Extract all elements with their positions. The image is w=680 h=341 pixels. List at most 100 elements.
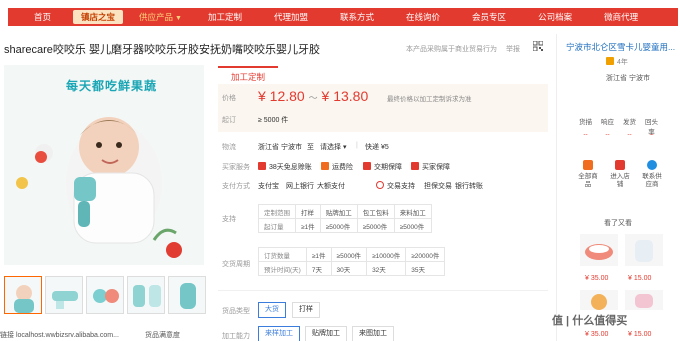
thumbnail-5[interactable]	[168, 276, 206, 314]
seen-item-4[interactable]	[625, 290, 663, 310]
table-cell: ≥5000件	[319, 218, 358, 233]
section-divider	[218, 290, 548, 291]
price-low: ¥ 12.80	[258, 88, 305, 104]
shop-location: 浙江省 宁波市	[606, 75, 650, 82]
nav-inquiry[interactable]: 在线询价	[390, 8, 456, 26]
price-range: ¥ 12.80 ～ ¥ 13.80	[258, 88, 368, 104]
nav-profile[interactable]: 公司档案	[522, 8, 588, 26]
type-option-bulk[interactable]: 大货	[258, 302, 286, 318]
seen-item-1[interactable]	[580, 234, 618, 266]
qr-code-icon[interactable]	[533, 41, 543, 51]
table-row: 起订量 ≥1件 ≥5000件 ≥5000件 ≥5000件	[258, 218, 432, 233]
nav-agent[interactable]: 代理加盟	[258, 8, 324, 26]
lead-table: 订货数量 ≥1件 ≥5000件 ≥10000件 ≥20000件 预计时间(天) …	[258, 247, 446, 276]
ability-label: 加工能力	[222, 333, 250, 340]
metric-value: --	[605, 131, 610, 138]
grid-icon	[583, 160, 593, 170]
metric-value: --	[583, 131, 588, 138]
table-cell: 30天	[330, 261, 368, 276]
service-credit-label: 38天免息赊账	[269, 164, 312, 171]
all-products-link[interactable]: 全部商品	[578, 160, 598, 189]
nav-custom[interactable]: 加工定制	[192, 8, 258, 26]
table-cell: 32天	[366, 261, 407, 276]
shop-links: 全部商品 进入店铺 联系供应商	[578, 160, 662, 189]
moq-label: 起订	[222, 117, 236, 124]
top-nav: 首页 镇店之宝 供应产品 ▼ 加工定制 代理加盟 联系方式 在线询价 会员专区 公…	[0, 0, 680, 32]
contact-supplier-link[interactable]: 联系供应商	[642, 160, 662, 189]
payment-support-label: 交易支持	[387, 183, 415, 190]
thumbnail-strip	[4, 276, 206, 314]
enter-shop-link[interactable]: 进入店铺	[610, 160, 630, 189]
payment-support: 交易支持	[376, 181, 415, 191]
table-row: 订货数量 ≥1件 ≥5000件 ≥10000件 ≥20000件	[258, 247, 446, 262]
service-credit: 38天免息赊账	[258, 162, 312, 172]
metric-value: --	[649, 131, 654, 138]
table-cell: 起订量	[258, 218, 296, 233]
logistics-label: 物流	[222, 144, 236, 151]
nav-wechat[interactable]: 微商代理	[588, 8, 654, 26]
check-icon	[376, 181, 384, 189]
rating-label: 货品满意度	[145, 332, 180, 339]
ability-option-sample[interactable]: 来样加工	[258, 326, 300, 341]
nav-contact[interactable]: 联系方式	[324, 8, 390, 26]
seen-item-2[interactable]	[625, 234, 663, 266]
table-cell: 来料加工	[393, 204, 432, 219]
contact-supplier-label: 联系供应商	[642, 173, 662, 188]
support-table: 定制范围 打样 贴牌加工 包工包料 来料加工 起订量 ≥1件 ≥5000件 ≥5…	[258, 204, 432, 233]
shop-icon	[615, 160, 625, 170]
tab-custom[interactable]: 加工定制	[218, 66, 278, 84]
table-cell: 订货数量	[258, 247, 307, 262]
ability-option-drawing[interactable]: 来图加工	[352, 326, 394, 341]
service-delivery-label: 交期保障	[374, 164, 402, 171]
shop-name[interactable]: 宁波市北仑区雪卡儿婴童用...	[566, 41, 675, 53]
type-label: 货品类型	[222, 308, 250, 315]
membership-badge-icon	[606, 57, 614, 65]
thumbnail-4[interactable]	[127, 276, 165, 314]
service-freight-label: 运费险	[332, 164, 353, 171]
payment-label: 支付方式	[222, 183, 250, 190]
thumbnail-2[interactable]	[45, 276, 83, 314]
table-cell: ≥1件	[305, 247, 332, 262]
service-freight: 运费险	[321, 162, 353, 172]
thumbnail-3[interactable]	[86, 276, 124, 314]
metric-value: --	[627, 131, 632, 138]
chevron-down-icon: ▾	[342, 144, 347, 151]
moq-value: ≥ 5000 件	[258, 117, 289, 124]
logistics-express: 快递 ¥5	[365, 144, 389, 151]
shield-icon	[411, 162, 419, 170]
nav-flagship[interactable]: 镇店之宝	[73, 10, 124, 24]
nav-supply[interactable]: 供应产品 ▼	[129, 8, 192, 26]
services-label: 买家服务	[222, 164, 250, 171]
shop-link[interactable]: 链接 localhost.wwbizsrv.alibaba.com...	[0, 330, 119, 340]
logistics-select[interactable]: 请选择 ▾	[320, 142, 346, 152]
service-delivery: 交期保障	[363, 162, 402, 172]
image-caption: 每天都吃鲜果蔬	[66, 79, 158, 93]
shop-years: 4年	[617, 59, 628, 66]
thumbnail-1[interactable]	[4, 276, 42, 314]
trade-note: 本产品采购属于商业贸易行为	[406, 46, 497, 53]
product-title: sharecare咬咬乐 婴儿磨牙器咬咬乐牙胶安抚奶嘴咬咬乐婴儿牙胶	[4, 44, 320, 56]
ability-option-oem[interactable]: 贴牌加工	[305, 326, 347, 341]
seen-price-3: ¥ 35.00	[585, 331, 609, 338]
seen-title: 看了又看	[604, 220, 632, 227]
table-row: 预计时间(天) 7天 30天 32天 35天	[258, 261, 446, 276]
seen-price-2: ¥ 15.00	[628, 275, 652, 282]
table-cell: ≥5000件	[330, 247, 368, 262]
logistics-select-label: 请选择	[320, 144, 341, 151]
product-main-image[interactable]: 每天都吃鲜果蔬	[4, 65, 204, 265]
nav-bar: 首页 镇店之宝 供应产品 ▼ 加工定制 代理加盟 联系方式 在线询价 会员专区 公…	[8, 8, 678, 26]
seen-item-3[interactable]	[580, 290, 618, 310]
freight-icon	[321, 162, 329, 170]
nav-supply-label: 供应产品	[139, 12, 174, 22]
baby-photo	[16, 117, 182, 258]
report-link[interactable]: 举报	[506, 44, 520, 54]
table-row: 定制范围 打样 贴牌加工 包工包料 来料加工	[258, 204, 432, 219]
table-cell: ≥5000件	[393, 218, 432, 233]
type-option-sample[interactable]: 打样	[292, 302, 320, 318]
logistics-to: 至	[307, 144, 314, 151]
table-cell: ≥1件	[295, 218, 321, 233]
nav-home[interactable]: 首页	[8, 8, 73, 26]
watermark: 值 | 什么值得买	[552, 315, 628, 327]
nav-member[interactable]: 会员专区	[456, 8, 522, 26]
sidebar-divider	[556, 34, 557, 341]
